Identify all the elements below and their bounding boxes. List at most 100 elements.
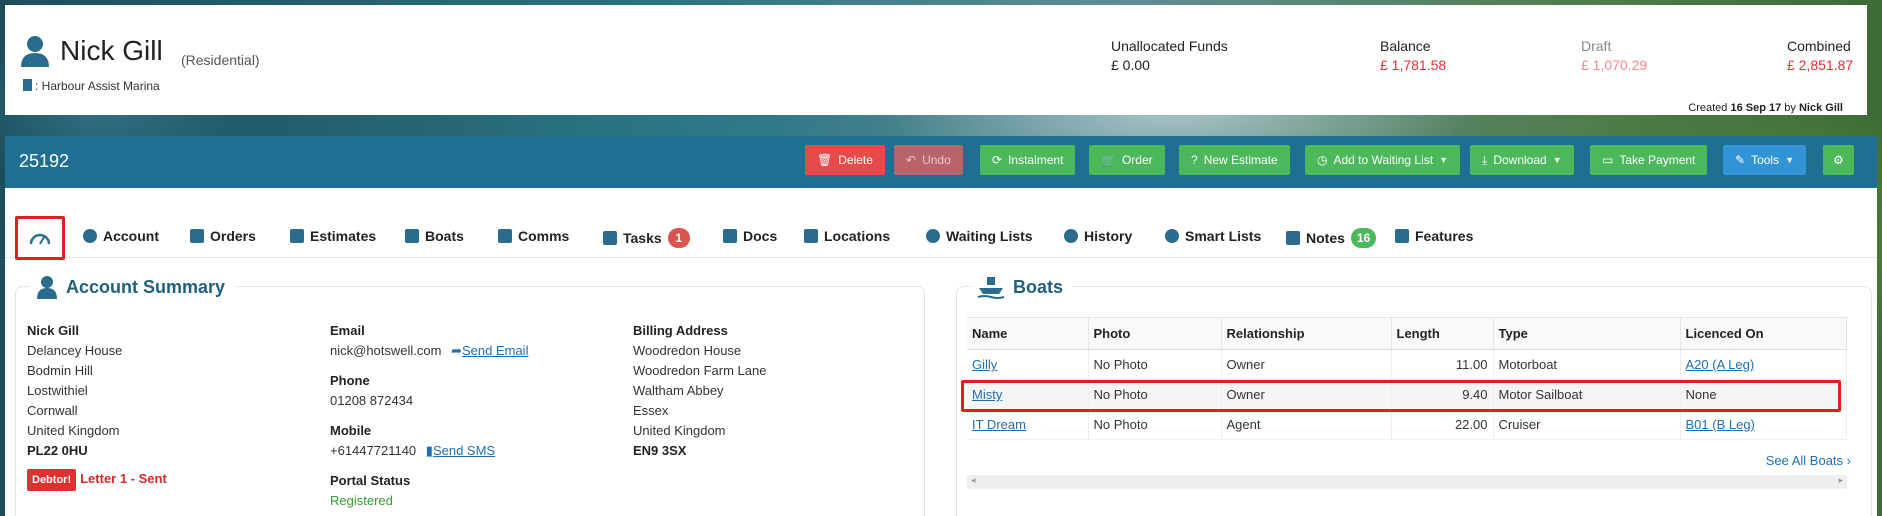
billing-line: Waltham Abbey <box>633 383 724 398</box>
document-icon <box>723 229 737 243</box>
boat-relationship: Owner <box>1221 349 1392 380</box>
order-button[interactable]: 🛒 Order <box>1089 145 1165 175</box>
see-all-boats-link[interactable]: See All Boats › <box>1766 453 1851 468</box>
history-icon <box>1064 229 1078 243</box>
boat-photo: No Photo <box>1088 379 1222 410</box>
share-icon: ➦ <box>451 343 462 358</box>
speedometer-icon <box>29 233 51 245</box>
delete-button[interactable]: 🗑 Delete <box>805 145 885 175</box>
tab-locations[interactable]: Locations <box>804 228 890 244</box>
undo-button[interactable]: ↶ Undo <box>894 145 963 175</box>
tools-button[interactable]: ✎ Tools ▼ <box>1723 145 1806 175</box>
boat-type: Cruiser <box>1493 409 1681 440</box>
col-licenced-on[interactable]: Licenced On <box>1680 317 1847 350</box>
trash-icon: 🗑 <box>817 153 833 167</box>
scroll-left-icon[interactable]: ◂ <box>971 475 976 486</box>
question-icon: ? <box>1191 153 1198 167</box>
col-photo[interactable]: Photo <box>1088 317 1222 350</box>
undo-icon: ↶ <box>906 153 917 167</box>
tab-dashboard[interactable] <box>15 216 65 260</box>
scroll-right-icon[interactable]: ▸ <box>1838 475 1843 486</box>
boat-name-link[interactable]: IT Dream <box>972 417 1026 432</box>
boat-name-link[interactable]: Gilly <box>972 357 997 372</box>
user-icon <box>83 229 97 243</box>
lightbulb-icon <box>1165 229 1179 243</box>
question-icon <box>290 229 304 243</box>
person-icon <box>21 36 49 67</box>
draft: Draft £ 1,070.29 <box>1581 38 1647 73</box>
boat-relationship: Owner <box>1221 379 1392 410</box>
fund-value: £ 2,851.87 <box>1787 57 1854 73</box>
chevron-down-icon: ▼ <box>1439 155 1449 165</box>
instalment-button[interactable]: ⟳ Instalment <box>980 145 1076 175</box>
tab-estimates[interactable]: Estimates <box>290 228 376 244</box>
mobile-phone-icon: ▮ <box>425 443 433 458</box>
table-row: IT Dream No Photo Agent 22.00 Cruiser B0… <box>967 409 1847 440</box>
building-icon <box>23 79 32 91</box>
boat-type: Motor Sailboat <box>1493 379 1681 410</box>
tab-account[interactable]: Account <box>83 228 159 244</box>
address-column: Nick Gill Delancey House Bodmin Hill Los… <box>27 321 167 491</box>
combined: Combined £ 2,851.87 <box>1787 38 1853 73</box>
download-button[interactable]: ⤓ Download ▼ <box>1470 145 1574 175</box>
address-line: Bodmin Hill <box>27 363 93 378</box>
card-icon: ▭ <box>1602 153 1614 167</box>
new-estimate-button[interactable]: ? New Estimate <box>1179 145 1290 175</box>
boat-photo: No Photo <box>1088 349 1222 380</box>
fund-value: £ 0.00 <box>1111 57 1150 73</box>
boat-name-link[interactable]: Misty <box>972 387 1002 402</box>
settings-button[interactable]: ⚙ <box>1823 145 1854 175</box>
send-sms-link[interactable]: Send SMS <box>433 443 495 458</box>
refresh-icon: ⟳ <box>992 153 1003 167</box>
tab-features[interactable]: Features <box>1395 228 1473 244</box>
licence-link[interactable]: A20 (A Leg) <box>1686 357 1755 372</box>
tab-smart-lists[interactable]: Smart Lists <box>1165 228 1261 244</box>
table-row: Gilly No Photo Owner 11.00 Motorboat A20… <box>967 349 1847 380</box>
horizontal-scrollbar[interactable]: ◂ ▸ <box>967 475 1847 489</box>
billing-postcode: EN9 3SX <box>633 443 687 458</box>
licence-value: None <box>1680 379 1847 410</box>
licence-link[interactable]: B01 (B Leg) <box>1686 417 1755 432</box>
clock-icon: ◷ <box>1317 153 1328 167</box>
col-length[interactable]: Length <box>1391 317 1494 350</box>
tab-waiting-lists[interactable]: Waiting Lists <box>926 228 1033 244</box>
tab-tasks[interactable]: Tasks 1 <box>603 228 690 248</box>
person-icon <box>37 276 57 299</box>
tab-docs[interactable]: Docs <box>723 228 777 244</box>
tab-orders[interactable]: Orders <box>190 228 256 244</box>
tab-notes[interactable]: Notes 16 <box>1286 228 1377 248</box>
waiting-list-button[interactable]: ◷ Add to Waiting List ▼ <box>1305 145 1461 175</box>
tab-comms[interactable]: Comms <box>498 228 569 244</box>
email-value: nick@hotswell.com <box>330 343 442 358</box>
boats-table: Name Photo Relationship Length Type Lice… <box>967 317 1847 440</box>
portal-status-value: Registered <box>330 493 393 508</box>
billing-line: United Kingdom <box>633 423 726 438</box>
fund-value: £ 1,781.58 <box>1380 57 1447 73</box>
cart-icon: 🛒 <box>1101 153 1116 167</box>
boat-length: 22.00 <box>1391 409 1494 440</box>
billing-line: Woodredon House <box>633 343 742 358</box>
address-line: Delancey House <box>27 343 123 358</box>
table-header-row: Name Photo Relationship Length Type Lice… <box>967 317 1847 350</box>
fund-label: Combined <box>1787 38 1851 54</box>
cart-icon <box>190 229 204 243</box>
fund-label: Unallocated Funds <box>1111 38 1228 54</box>
debtor-badge: Debtor! <box>27 469 77 491</box>
take-payment-button[interactable]: ▭ Take Payment <box>1590 145 1708 175</box>
send-email-link[interactable]: Send Email <box>462 343 528 358</box>
tasks-count-badge: 1 <box>667 228 690 248</box>
tab-history[interactable]: History <box>1064 228 1132 244</box>
fund-value: £ 1,070.29 <box>1581 57 1648 73</box>
boat-icon <box>405 229 419 243</box>
col-type[interactable]: Type <box>1493 317 1681 350</box>
contact-column: Email nick@hotswell.com ➦Send Email Phon… <box>330 321 528 511</box>
col-name[interactable]: Name <box>967 317 1089 350</box>
billing-column: Billing Address Woodredon House Woodredo… <box>633 321 766 461</box>
bed-icon <box>804 229 818 243</box>
col-relationship[interactable]: Relationship <box>1221 317 1392 350</box>
boat-relationship: Agent <box>1221 409 1392 440</box>
panel-title: Account Summary <box>30 275 236 299</box>
balance: Balance £ 1,781.58 <box>1380 38 1446 73</box>
tab-boats[interactable]: Boats <box>405 228 464 244</box>
main-content: Account Orders Estimates Boats Comms Tas… <box>5 188 1877 516</box>
